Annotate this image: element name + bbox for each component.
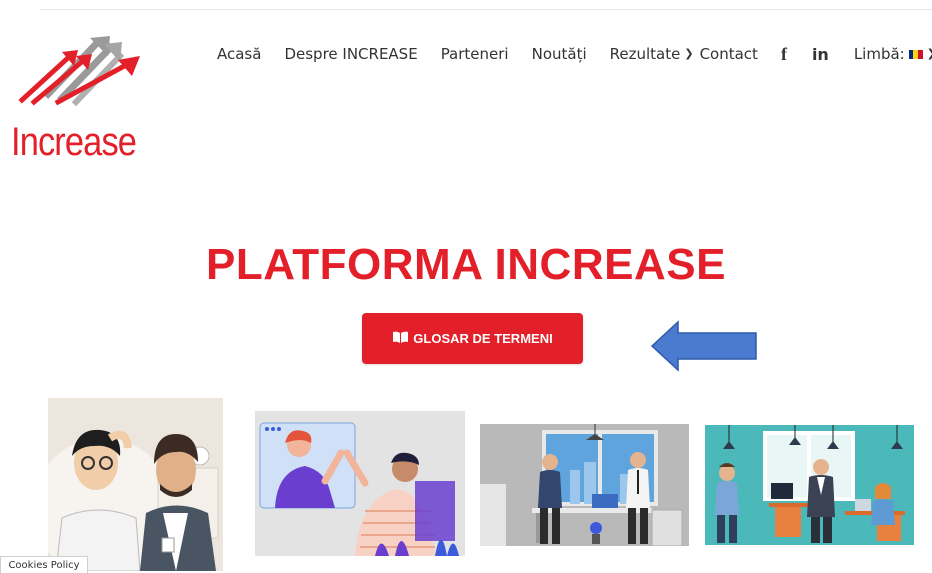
nav-item-contact[interactable]: Contact [700, 45, 758, 63]
book-icon [392, 331, 409, 347]
chevron-down-icon: ❯ [927, 47, 932, 60]
cookies-policy-tab[interactable]: Cookies Policy [0, 556, 88, 573]
logo-arrows-icon [18, 36, 140, 107]
language-selector[interactable]: Limbă: ❯ [854, 45, 932, 63]
site-logo[interactable]: Increase [10, 32, 145, 167]
top-divider [40, 9, 932, 10]
main-nav: Acasă Despre INCREASE Parteneri Noutăți … [217, 44, 932, 64]
romania-flag-icon [908, 49, 923, 59]
facebook-icon[interactable]: f [781, 44, 787, 65]
chevron-down-icon: ❯ [684, 46, 694, 60]
nav-item-home[interactable]: Acasă [217, 45, 261, 63]
illustration-confused-people [48, 398, 223, 571]
page-title: PLATFORMA INCREASE [206, 240, 726, 289]
nav-item-results[interactable]: Rezultate ❯ [610, 45, 694, 63]
linkedin-icon[interactable]: in [812, 45, 829, 64]
language-label: Limbă: [853, 45, 905, 63]
illustration-high-five [255, 411, 465, 556]
arrow-left-icon [650, 320, 757, 372]
nav-label: Rezultate [609, 45, 681, 63]
nav-label: Noutăți [531, 45, 587, 63]
nav-label: Contact [699, 45, 758, 63]
logo-wordmark: Increase [11, 120, 137, 164]
glossary-button[interactable]: GLOSAR DE TERMENI [362, 313, 583, 364]
nav-label: Parteneri [440, 45, 509, 63]
nav-label: Acasă [217, 45, 262, 63]
nav-item-news[interactable]: Noutăți [532, 45, 587, 63]
glossary-button-label: GLOSAR DE TERMENI [413, 331, 553, 346]
nav-label: Despre INCREASE [284, 45, 418, 63]
nav-item-about[interactable]: Despre INCREASE [284, 45, 417, 63]
illustration-office-team [705, 425, 914, 545]
illustration-office-meeting [480, 424, 689, 546]
nav-item-partners[interactable]: Parteneri [441, 45, 509, 63]
